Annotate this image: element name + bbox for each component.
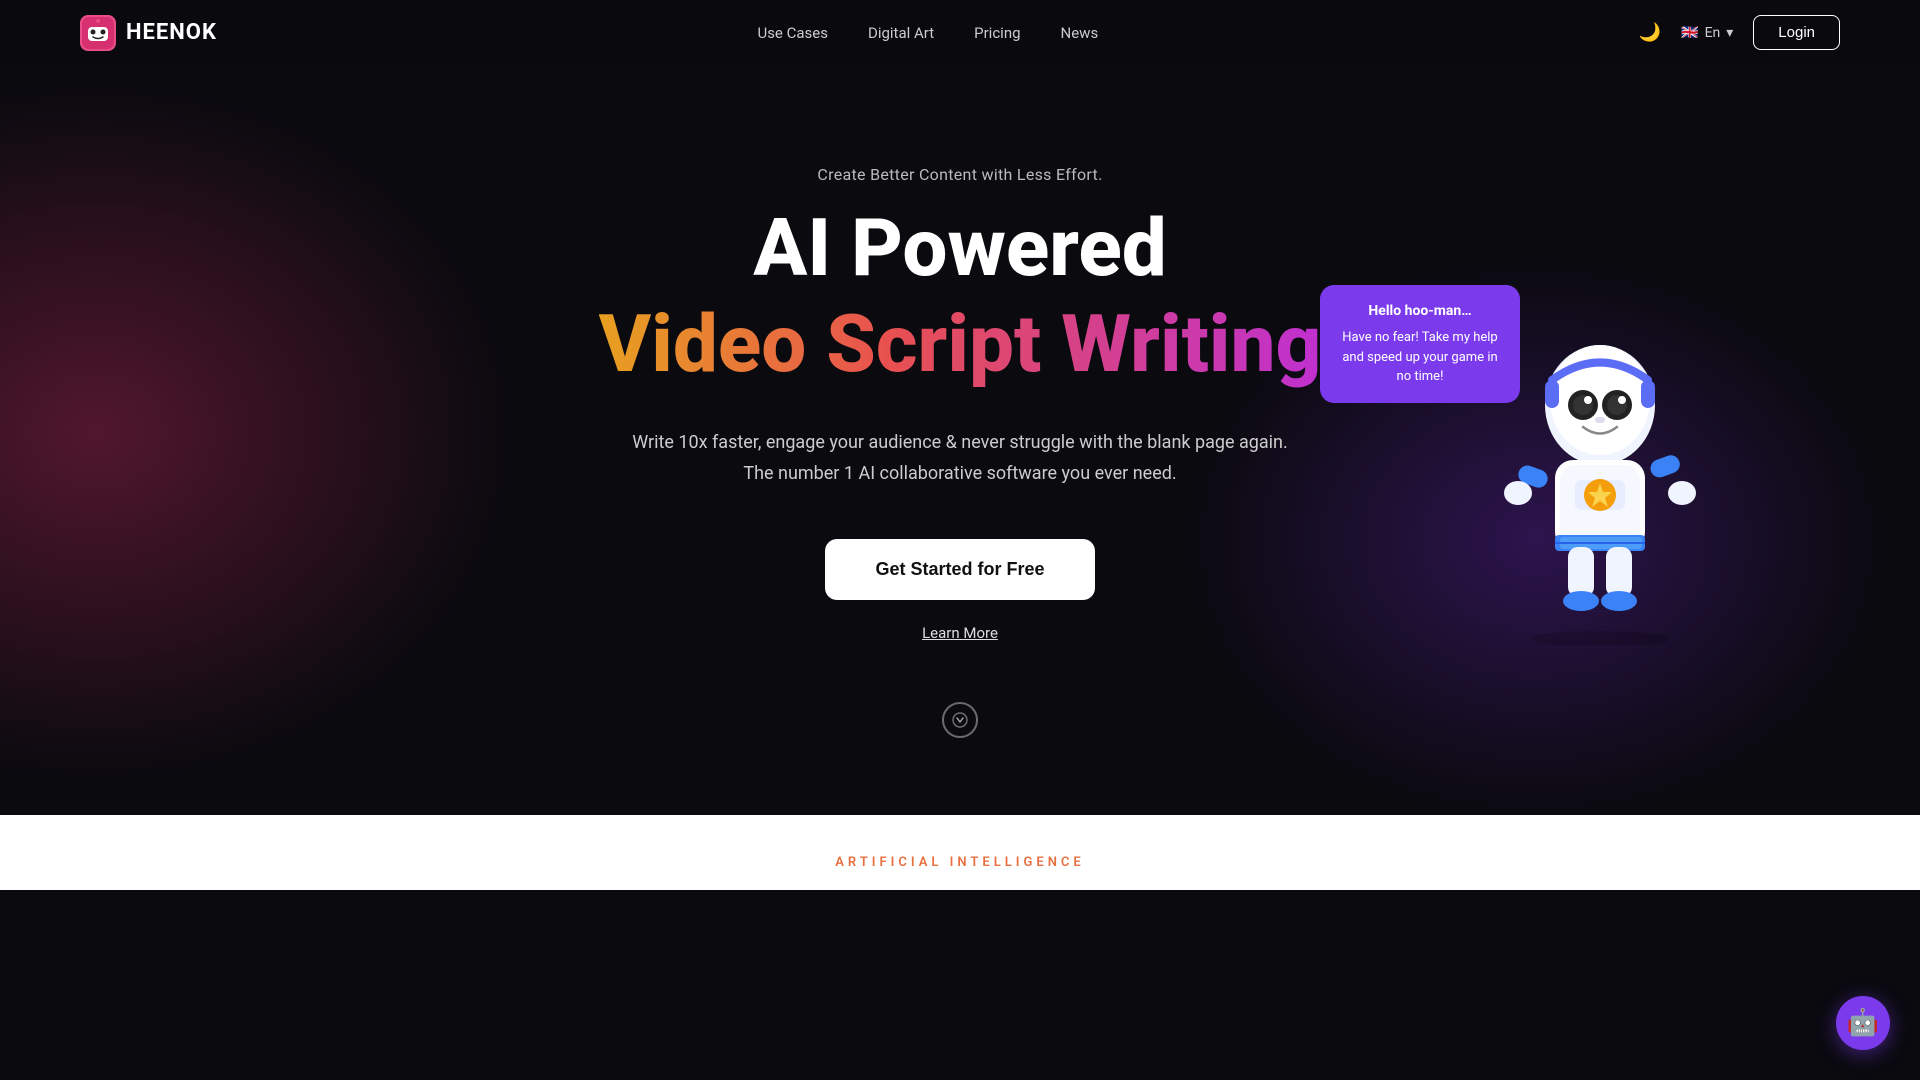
bottom-section: ARTIFICIAL INTELLIGENCE: [0, 815, 1920, 890]
learn-more-link[interactable]: Learn More: [922, 624, 998, 642]
logo[interactable]: HEENOK: [80, 15, 217, 51]
nav-links: Use Cases Digital Art Pricing News: [757, 24, 1098, 42]
hero-description: Write 10x faster, engage your audience &…: [632, 428, 1288, 489]
flag-icon: 🇬🇧: [1681, 25, 1698, 41]
hero-desc-line2: The number 1 AI collaborative software y…: [743, 463, 1176, 484]
get-started-button[interactable]: Get Started for Free: [825, 539, 1094, 600]
scroll-down-indicator[interactable]: [942, 702, 978, 738]
chatbot-icon: 🤖: [1847, 1008, 1879, 1038]
bubble-title: Hello hoo-man…: [1340, 301, 1500, 322]
nav-item-digital-art[interactable]: Digital Art: [868, 24, 934, 42]
logo-icon: [80, 15, 116, 51]
nav-item-pricing[interactable]: Pricing: [974, 24, 1020, 42]
hero-subtitle: Create Better Content with Less Effort.: [817, 165, 1102, 184]
navbar: HEENOK Use Cases Digital Art Pricing New…: [0, 0, 1920, 65]
robot-character-area: Hello hoo-man… Have no fear! Take my hel…: [1480, 225, 1720, 625]
hero-title-line2: Video Script Writing: [599, 300, 1322, 388]
theme-toggle-icon[interactable]: 🌙: [1639, 22, 1661, 43]
chevron-down-icon: ▾: [1726, 25, 1733, 41]
hero-title-line1: AI Powered: [753, 204, 1166, 292]
ai-label: ARTIFICIAL INTELLIGENCE: [0, 855, 1920, 870]
lang-selector[interactable]: 🇬🇧 En ▾: [1681, 25, 1733, 41]
nav-item-news[interactable]: News: [1061, 24, 1099, 42]
bubble-body: Have no fear! Take my help and speed up …: [1340, 328, 1500, 387]
brand-name: HEENOK: [126, 20, 217, 45]
nav-item-use-cases[interactable]: Use Cases: [757, 24, 828, 42]
lang-label: En: [1705, 25, 1721, 41]
robot-speech-bubble: Hello hoo-man… Have no fear! Take my hel…: [1320, 285, 1520, 403]
nav-right: 🌙 🇬🇧 En ▾ Login: [1639, 15, 1840, 50]
chatbot-button[interactable]: 🤖: [1836, 996, 1890, 1050]
hero-desc-line1: Write 10x faster, engage your audience &…: [632, 432, 1288, 453]
login-button[interactable]: Login: [1753, 15, 1840, 50]
hero-section: Hello hoo-man… Have no fear! Take my hel…: [0, 65, 1920, 815]
scroll-down-icon: [952, 712, 968, 728]
